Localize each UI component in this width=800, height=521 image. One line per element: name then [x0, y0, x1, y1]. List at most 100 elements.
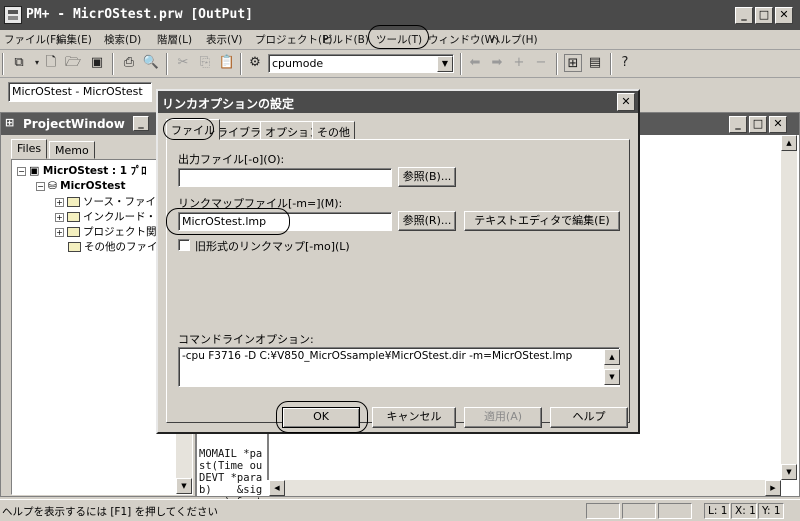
- project-icon: ▣: [29, 164, 43, 177]
- cmdline-value: -cpu F3716 -D C:¥V850_MicrOSsample¥MicrO…: [182, 350, 573, 362]
- menu-search[interactable]: 検索(D): [104, 32, 141, 47]
- save-icon[interactable]: ▣: [88, 54, 106, 72]
- forward-arrow-icon[interactable]: ➡: [488, 54, 506, 72]
- status-line: L: 1: [704, 503, 730, 519]
- new-project-icon[interactable]: ⧉: [10, 54, 28, 72]
- output-close-button[interactable]: ✕: [769, 116, 787, 133]
- status-text: ヘルプを表示するには [F1] を押してください: [2, 506, 218, 518]
- tab-memo[interactable]: Memo: [49, 141, 95, 159]
- output-scroll-up-icon[interactable]: ▲: [781, 135, 797, 151]
- code-line: DEVT *para: [199, 472, 263, 484]
- status-panel-blank3: [658, 503, 692, 519]
- cpu-combo-value: cpumode: [272, 57, 324, 70]
- help-icon[interactable]: ?: [616, 54, 634, 72]
- folder-icon: [67, 212, 80, 222]
- output-code: MOMAIL *pa st(Time ou DEVT *para b) &sig…: [199, 436, 262, 508]
- apply-button[interactable]: 適用(A): [464, 407, 542, 428]
- main-toolbar: ⧉ ▾ 🗋 🗁 ▣ ⎙ 🔍 ✂ ⎘ 📋 ⚙ cpumode ▼ ⬅ ➡ + − …: [0, 50, 800, 78]
- window-title: PM+ - MicrOStest.prw [OutPut]: [26, 7, 253, 22]
- title-bar: PM+ - MicrOStest.prw [OutPut] _ □ ✕: [0, 0, 800, 30]
- new-file-icon[interactable]: 🗋: [42, 54, 60, 72]
- tree-item-other[interactable]: その他のファイル: [68, 240, 168, 254]
- dialog-tab-file[interactable]: ファイル: [166, 119, 220, 140]
- cpu-combo[interactable]: cpumode: [268, 54, 454, 73]
- back-arrow-icon[interactable]: ⬅: [466, 54, 484, 72]
- linker-options-dialog: リンカオプションの設定 ✕ ファイル ライブラリ オプション その他 出力ファイ…: [156, 89, 640, 434]
- menu-view[interactable]: 表示(V): [206, 32, 242, 47]
- output-file-input[interactable]: [178, 168, 392, 187]
- tree-label-project: MicrOStest : 1 ﾌﾟﾛ: [42, 165, 147, 177]
- tree-label-project-related: プロジェクト関連: [83, 226, 167, 238]
- tab-memo-label: Memo: [55, 144, 89, 157]
- tree-item-microstest[interactable]: − ⛁ MicrOStest: [36, 179, 126, 193]
- cmdline-scroll-up-icon[interactable]: ▲: [604, 349, 620, 365]
- menu-build[interactable]: ビルド(B): [322, 32, 369, 47]
- tab-files[interactable]: Files: [11, 139, 48, 159]
- output-maximize-button[interactable]: □: [749, 116, 767, 133]
- plus-icon[interactable]: +: [510, 54, 528, 72]
- old-format-checkbox[interactable]: [178, 239, 190, 251]
- dialog-close-button[interactable]: ✕: [617, 93, 635, 111]
- code-line: st(Time ou: [199, 460, 263, 472]
- linkmap-value: MicrOStest.lmp: [182, 215, 267, 228]
- print-preview-icon[interactable]: 🔍: [142, 54, 160, 72]
- cmdline-scroll-down-icon[interactable]: ▼: [604, 369, 620, 385]
- project-combo-value: MicrOStest - MicrOStest: [12, 85, 143, 98]
- project-window-icon[interactable]: ⊞: [564, 54, 582, 72]
- dialog-titlebar: リンカオプションの設定 ✕: [158, 91, 638, 113]
- cmdline-textarea[interactable]: -cpu F3716 -D C:¥V850_MicrOSsample¥MicrO…: [178, 347, 620, 387]
- minimize-button[interactable]: _: [735, 7, 753, 24]
- tree-label-source: ソース・ファイル: [83, 196, 167, 208]
- tree-item-project[interactable]: − ▣ MicrOStest : 1 ﾌﾟﾛ: [17, 164, 146, 178]
- tree-item-source[interactable]: + ソース・ファイル: [55, 195, 166, 209]
- menu-tools[interactable]: ツール(T): [376, 32, 422, 47]
- copy-icon[interactable]: ⎘: [196, 54, 214, 72]
- menu-edit[interactable]: 編集(E): [56, 32, 92, 47]
- status-col: X: 1: [731, 503, 757, 519]
- minus-icon[interactable]: −: [532, 54, 550, 72]
- folder-icon: [68, 242, 81, 252]
- menu-project[interactable]: プロジェクト(P): [255, 32, 333, 47]
- old-format-label: 旧形式のリンクマップ[-mo](L): [195, 240, 350, 253]
- ok-button[interactable]: OK: [282, 407, 360, 428]
- status-panel-blank1: [586, 503, 620, 519]
- linkmap-label: リンクマップファイル[-m=](M):: [178, 197, 343, 210]
- menu-file[interactable]: ファイル(F): [4, 32, 60, 47]
- dialog-tab-file-label: ファイル: [171, 124, 215, 137]
- cancel-button[interactable]: キャンセル: [372, 407, 456, 428]
- menu-hierarchy[interactable]: 階層(L): [157, 32, 192, 47]
- tree-item-project-related[interactable]: + プロジェクト関連: [55, 225, 167, 239]
- output-file-label: 出力ファイル[-o](O):: [178, 153, 285, 166]
- print-icon[interactable]: ⎙: [120, 54, 138, 72]
- linkmap-input[interactable]: MicrOStest.lmp: [178, 212, 392, 231]
- output-scrollbar-v[interactable]: [781, 135, 797, 480]
- output-scroll-left-icon[interactable]: ◀: [269, 480, 285, 496]
- output-scroll-down-icon[interactable]: ▼: [781, 464, 797, 480]
- output-window-icon[interactable]: ▤: [586, 54, 604, 72]
- browse-linkmap-button[interactable]: 参照(R)...: [398, 211, 456, 231]
- text-editor-button[interactable]: テキストエディタで編集(E): [464, 211, 620, 231]
- project-combo[interactable]: MicrOStest - MicrOStest: [8, 82, 152, 102]
- database-icon: ⛁: [48, 180, 61, 192]
- cut-icon[interactable]: ✂: [174, 54, 192, 72]
- dialog-tab-other[interactable]: その他: [312, 121, 355, 140]
- open-folder-icon[interactable]: 🗁: [64, 54, 82, 72]
- project-window-icon-small: ⊞: [5, 116, 15, 129]
- browse-output-button[interactable]: 参照(B)...: [398, 167, 456, 187]
- menu-help[interactable]: ヘルプ(H): [490, 32, 538, 47]
- paste-icon[interactable]: 📋: [218, 54, 236, 72]
- menu-window[interactable]: ウィンドウ(W): [428, 32, 499, 47]
- output-minimize-button[interactable]: _: [729, 116, 747, 133]
- code-line: b) &sig: [199, 484, 263, 496]
- maximize-button[interactable]: □: [755, 7, 773, 24]
- close-button[interactable]: ✕: [775, 7, 793, 24]
- tree-scroll-down-icon[interactable]: ▼: [176, 478, 192, 494]
- project-window-title: ProjectWindow: [23, 117, 125, 131]
- status-panel-blank2: [622, 503, 656, 519]
- output-scroll-right-icon[interactable]: ▶: [765, 480, 781, 496]
- cpu-combo-dropdown-icon[interactable]: ▼: [437, 56, 453, 72]
- help-button[interactable]: ヘルプ: [550, 407, 628, 428]
- output-scrollbar-h[interactable]: [269, 480, 781, 496]
- project-window-minimize-button[interactable]: _: [133, 116, 149, 131]
- cpu-icon[interactable]: ⚙: [246, 54, 264, 72]
